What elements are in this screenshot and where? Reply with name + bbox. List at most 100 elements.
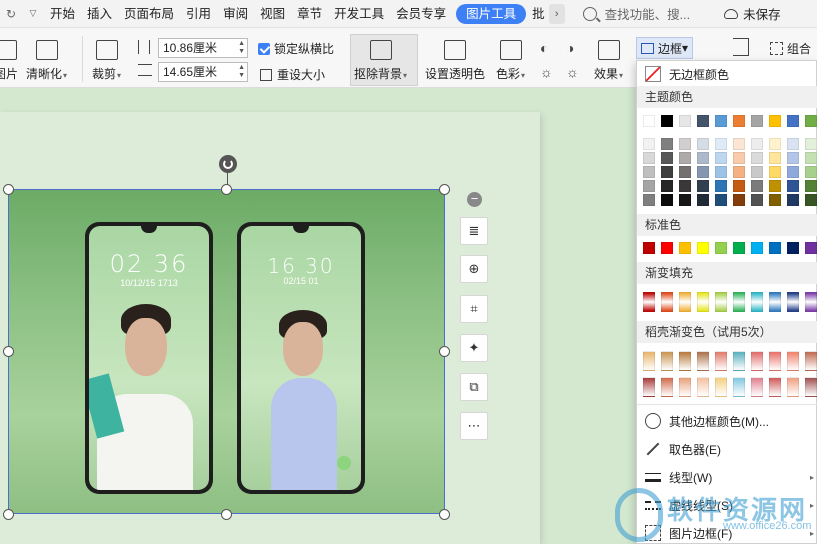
theme-shade-swatch[interactable] bbox=[661, 138, 673, 150]
theme-shade-swatch[interactable] bbox=[769, 138, 781, 150]
crop-tool-icon[interactable]: ⌗ bbox=[460, 295, 488, 323]
theme-color-swatch[interactable] bbox=[805, 115, 817, 127]
theme-shade-swatch[interactable] bbox=[805, 166, 817, 178]
lock-ratio-checkbox[interactable]: 锁定纵横比 bbox=[258, 40, 334, 57]
theme-shade-swatch[interactable] bbox=[697, 138, 709, 150]
theme-shade-swatch[interactable] bbox=[751, 180, 763, 192]
premium-gradient-swatch[interactable] bbox=[787, 377, 799, 397]
theme-shade-swatch[interactable] bbox=[787, 194, 799, 206]
tab-page-layout[interactable]: 页面布局 bbox=[118, 0, 180, 28]
resize-handle-right[interactable] bbox=[439, 346, 450, 357]
theme-shade-swatch[interactable] bbox=[751, 152, 763, 164]
theme-color-swatch[interactable] bbox=[679, 115, 691, 127]
gradient-fill-swatch[interactable] bbox=[769, 292, 781, 312]
theme-shade-swatch[interactable] bbox=[805, 138, 817, 150]
gradient-fill-swatch[interactable] bbox=[697, 292, 709, 312]
theme-shade-swatch[interactable] bbox=[643, 152, 655, 164]
theme-shade-swatch[interactable] bbox=[679, 194, 691, 206]
theme-shade-swatch[interactable] bbox=[787, 180, 799, 192]
layout-options-icon[interactable]: ≣ bbox=[460, 217, 488, 245]
premium-gradient-swatch[interactable] bbox=[715, 351, 727, 371]
group-button[interactable]: 组合 bbox=[770, 40, 811, 57]
premium-gradient-swatch[interactable] bbox=[697, 351, 709, 371]
sharpen-button[interactable]: 清晰化▾ bbox=[26, 40, 67, 82]
standard-color-swatch[interactable] bbox=[643, 242, 655, 254]
theme-shade-swatch[interactable] bbox=[643, 194, 655, 206]
theme-shade-swatch[interactable] bbox=[787, 138, 799, 150]
theme-shade-swatch[interactable] bbox=[715, 180, 727, 192]
standard-color-swatch[interactable] bbox=[769, 242, 781, 254]
theme-shade-swatch[interactable] bbox=[715, 138, 727, 150]
border-button[interactable]: 边框 ▾ bbox=[636, 37, 694, 59]
theme-shade-swatch[interactable] bbox=[733, 194, 745, 206]
standard-color-swatch[interactable] bbox=[715, 242, 727, 254]
resize-handle-bottom-right[interactable] bbox=[439, 509, 450, 520]
tab-member[interactable]: 会员专享 bbox=[390, 0, 452, 28]
theme-shade-swatch[interactable] bbox=[661, 152, 673, 164]
resize-handle-top-left[interactable] bbox=[3, 184, 14, 195]
set-transparent-color-button[interactable]: 设置透明色 bbox=[425, 40, 485, 82]
more-options-icon[interactable]: ⋯ bbox=[460, 412, 488, 440]
rotate-icon[interactable] bbox=[733, 38, 749, 56]
theme-color-swatch[interactable] bbox=[787, 115, 799, 127]
tab-developer[interactable]: 开发工具 bbox=[328, 0, 390, 28]
gradient-fill-swatch[interactable] bbox=[787, 292, 799, 312]
theme-shade-swatch[interactable] bbox=[643, 180, 655, 192]
theme-shade-swatch[interactable] bbox=[715, 152, 727, 164]
line-weight-item[interactable]: 线型(W) ▸ bbox=[637, 466, 817, 488]
theme-shade-swatch[interactable] bbox=[769, 152, 781, 164]
theme-shade-swatch[interactable] bbox=[715, 166, 727, 178]
theme-color-swatch[interactable] bbox=[697, 115, 709, 127]
eyedropper-item[interactable]: 取色器(E) bbox=[637, 438, 817, 460]
premium-gradient-swatch[interactable] bbox=[679, 351, 691, 371]
color-button[interactable]: 色彩▾ bbox=[496, 40, 525, 82]
premium-gradient-swatch[interactable] bbox=[805, 351, 817, 371]
theme-shade-swatch[interactable] bbox=[643, 138, 655, 150]
premium-gradient-swatch[interactable] bbox=[769, 351, 781, 371]
theme-shade-swatch[interactable] bbox=[805, 152, 817, 164]
theme-shade-swatch[interactable] bbox=[769, 166, 781, 178]
theme-color-swatch[interactable] bbox=[769, 115, 781, 127]
height-spinner[interactable]: ▲ ▼ bbox=[238, 64, 245, 80]
effect-button[interactable]: 效果▾ bbox=[594, 40, 623, 82]
crop-button[interactable]: 裁剪▾ bbox=[92, 40, 121, 82]
gradient-fill-swatch[interactable] bbox=[643, 292, 655, 312]
gradient-fill-swatch[interactable] bbox=[679, 292, 691, 312]
theme-shade-swatch[interactable] bbox=[661, 180, 673, 192]
standard-color-swatch[interactable] bbox=[787, 242, 799, 254]
decrease-brightness-icon[interactable]: ☼ bbox=[566, 64, 579, 80]
tab-batch[interactable]: 批 bbox=[530, 0, 547, 28]
premium-gradient-swatch[interactable] bbox=[733, 377, 745, 397]
zoom-icon[interactable]: ⊕ bbox=[460, 255, 488, 283]
theme-shade-swatch[interactable] bbox=[679, 152, 691, 164]
premium-gradient-swatch[interactable] bbox=[643, 377, 655, 397]
theme-shade-swatch[interactable] bbox=[679, 180, 691, 192]
gradient-fill-swatch[interactable] bbox=[733, 292, 745, 312]
increase-contrast-icon[interactable]: ◐ bbox=[540, 40, 548, 56]
resize-handle-bottom-left[interactable] bbox=[3, 509, 14, 520]
theme-shade-swatch[interactable] bbox=[751, 138, 763, 150]
premium-gradient-swatch[interactable] bbox=[697, 377, 709, 397]
theme-color-swatch[interactable] bbox=[661, 115, 673, 127]
gradient-fill-swatch[interactable] bbox=[805, 292, 817, 312]
premium-gradient-swatch[interactable] bbox=[679, 377, 691, 397]
reset-size-button[interactable]: 重设大小 bbox=[260, 66, 325, 83]
standard-color-swatch[interactable] bbox=[679, 242, 691, 254]
tab-insert[interactable]: 插入 bbox=[81, 0, 118, 28]
theme-color-swatch[interactable] bbox=[643, 115, 655, 127]
theme-shade-swatch[interactable] bbox=[697, 180, 709, 192]
search-box[interactable]: 查找功能、搜... bbox=[582, 4, 690, 23]
tab-picture-tools[interactable]: 图片工具 bbox=[456, 3, 527, 24]
rotate-handle-icon[interactable] bbox=[219, 155, 237, 173]
theme-shade-swatch[interactable] bbox=[805, 180, 817, 192]
theme-shade-swatch[interactable] bbox=[733, 166, 745, 178]
standard-color-swatch[interactable] bbox=[733, 242, 745, 254]
quick-access-dropdown-icon[interactable]: ▽ bbox=[22, 0, 44, 28]
premium-gradient-swatch[interactable] bbox=[733, 351, 745, 371]
theme-shade-swatch[interactable] bbox=[733, 152, 745, 164]
width-spinner[interactable]: ▲ ▼ bbox=[238, 40, 245, 56]
premium-gradient-swatch[interactable] bbox=[751, 351, 763, 371]
width-input[interactable]: 10.86厘米 ▲ ▼ bbox=[158, 38, 248, 58]
theme-shade-swatch[interactable] bbox=[733, 180, 745, 192]
premium-gradient-swatch[interactable] bbox=[769, 377, 781, 397]
